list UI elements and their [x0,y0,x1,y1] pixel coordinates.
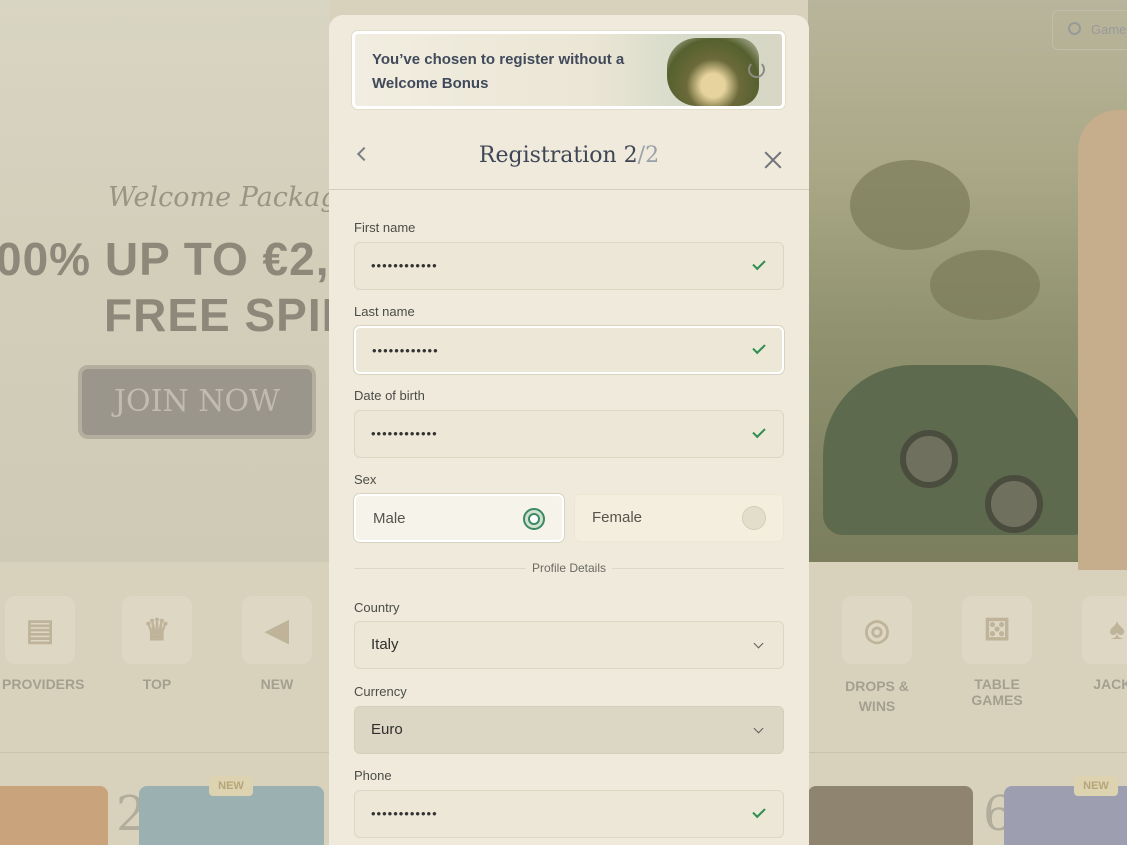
male-label: Male [373,510,406,527]
villa-image [667,38,759,106]
category-label: NEW [260,676,294,692]
dob-field[interactable]: •••••••••••• [354,410,784,458]
category-table-games[interactable]: ⚄ TABLE GAMES [947,596,1047,708]
chip-icon: ◎ [842,596,912,664]
dob-value: •••••••••••• [371,426,438,441]
join-now-button[interactable]: JOIN NOW [78,365,316,439]
category-label: DROPS & WINS [845,678,909,714]
modal-header: Registration 2/2 [329,115,809,190]
refresh-icon[interactable] [748,61,765,78]
phone-label: Phone [354,768,392,783]
category-providers[interactable]: ▤ PROVIDERS [2,596,85,692]
first-name-value: •••••••••••• [371,258,438,273]
registration-modal: You’ve chosen to register without a Welc… [329,15,809,845]
category-drops-wins[interactable]: ◎ DROPS & WINS [842,596,912,716]
bonus-banner: You’ve chosen to register without a Welc… [352,31,785,109]
books-icon: ▤ [5,596,75,664]
phone-field[interactable]: •••••••••••• [354,790,784,838]
welcome-package-title: Welcome Package [108,182,354,213]
check-icon [752,340,766,355]
female-label: Female [592,509,643,526]
car-image [823,365,1093,535]
category-label: TOP [142,676,172,692]
woman-figure [1078,110,1127,570]
page-title: Registration 2/2 [329,143,809,168]
sex-option-female[interactable]: Female [574,494,784,542]
car-wheel [900,430,958,488]
profile-details-heading: Profile Details [329,561,809,575]
new-badge: NEW [1074,776,1118,796]
first-name-field[interactable]: •••••••••••• [354,242,784,290]
palm-tree [850,160,970,250]
close-icon[interactable] [763,151,783,171]
category-label: JACKP [1093,676,1127,692]
search-input[interactable]: Game [1052,10,1127,50]
last-name-label: Last name [354,304,415,319]
title-main: Registration 2 [478,143,638,168]
car-wheel [985,475,1043,533]
category-jackpots[interactable]: ♠ JACKP [1082,596,1127,692]
currency-value: Euro [371,721,403,738]
currency-select[interactable]: Euro [354,706,784,754]
radio-unselected-icon[interactable] [742,506,766,530]
phone-value: •••••••••••• [371,806,438,821]
country-select[interactable]: Italy [354,621,784,669]
palm-tree [930,250,1040,320]
dice-icon: ⚄ [962,596,1032,664]
check-icon [752,256,766,271]
cards-icon: ♠ [1082,596,1127,664]
crown-icon: ♛ [122,596,192,664]
sex-label: Sex [354,472,377,487]
chevron-down-icon [753,723,764,734]
category-top[interactable]: ♛ TOP [122,596,192,692]
game-tile[interactable] [808,786,973,845]
first-name-label: First name [354,220,416,235]
radio-selected-icon[interactable] [523,508,545,530]
game-tile[interactable] [0,786,108,845]
dob-label: Date of birth [354,388,425,403]
check-icon [752,424,766,439]
category-label: PROVIDERS [2,676,85,692]
sex-option-male[interactable]: Male [354,494,564,542]
currency-label: Currency [354,684,407,699]
last-name-value: •••••••••••• [372,343,439,358]
check-icon [752,804,766,819]
country-label: Country [354,600,400,615]
country-value: Italy [371,636,399,653]
chevron-down-icon [753,638,764,649]
category-new[interactable]: ◀ NEW [242,596,312,692]
bonus-banner-text: You’ve chosen to register without a Welc… [372,51,625,92]
category-label: TABLE GAMES [971,676,1023,708]
last-name-field[interactable]: •••••••••••• [354,326,784,374]
megaphone-icon: ◀ [242,596,312,664]
new-badge: NEW [209,776,253,796]
profile-details-text: Profile Details [525,561,613,575]
title-step-total: /2 [637,143,660,168]
